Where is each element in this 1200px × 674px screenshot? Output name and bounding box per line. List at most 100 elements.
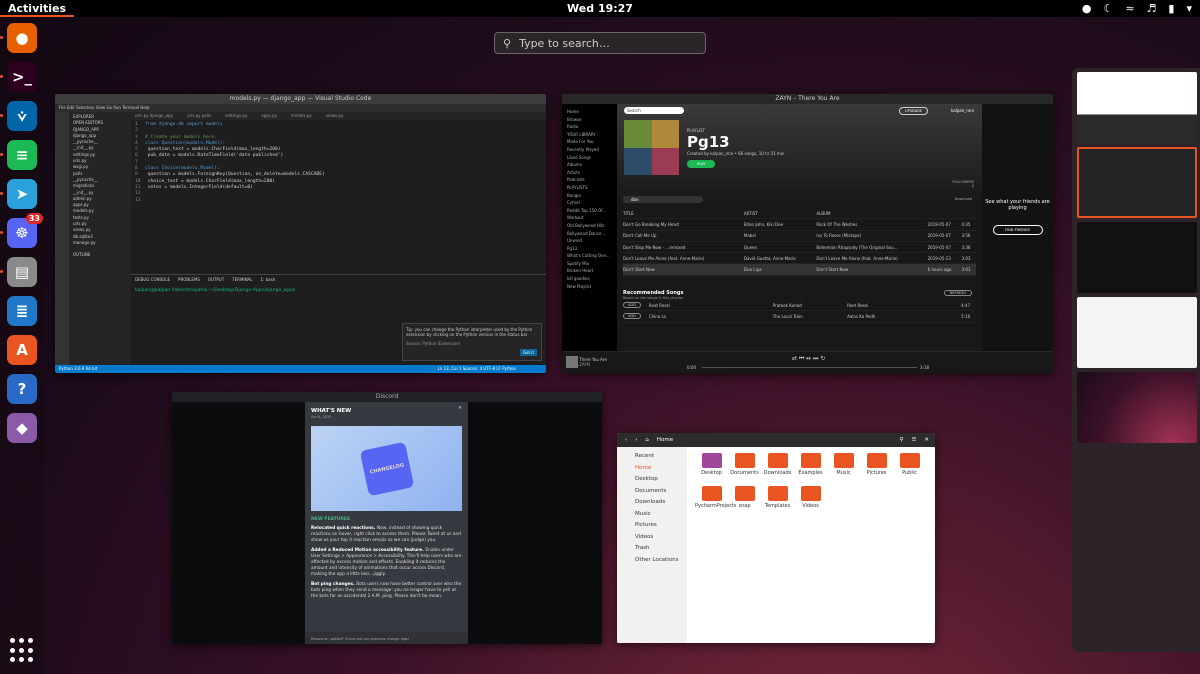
files-sidebar[interactable]: Recent Home Desktop Documents Downloads Music… (617, 447, 687, 643)
discord-window[interactable]: Discord WHAT'S NEW Apr 6, 2020 ✕ CHANGEL… (172, 392, 602, 644)
editor-tab[interactable]: urls.py django_app (135, 112, 173, 120)
add-button[interactable]: ADD (623, 302, 641, 309)
playlist-item[interactable]: Bangla (567, 192, 612, 200)
new-playlist-button[interactable]: New Playlist (567, 283, 612, 291)
recommended-row[interactable]: ADD Reet Reezi Prateek Kuhad Reet Reezi 4:47 (623, 300, 976, 312)
terminal-prompt[interactable]: kalpan@kalpan-sabnotmayahai:~/Desktop/Dj… (135, 288, 542, 293)
spotify-window[interactable]: ZAYN – There You Are Home Browse Radio YOUR… (562, 94, 1053, 373)
prev-icon[interactable]: ⏮ (799, 355, 804, 362)
workspace-thumbnail-current[interactable] (1077, 147, 1197, 218)
next-icon[interactable]: ⏭ (813, 355, 818, 362)
sidebar-item[interactable]: Downloads (617, 497, 687, 509)
code-editor[interactable]: 1 from django.db import models 2 3 # Create … (131, 120, 546, 270)
editor-tab[interactable]: views.py (326, 112, 343, 120)
editor-tabs[interactable]: urls.py django_app urls.py polls settings.… (131, 112, 546, 120)
overview-search[interactable]: ⚲ Type to search… (494, 32, 706, 54)
close-icon[interactable]: ✕ (458, 406, 462, 412)
wifi-icon[interactable]: ≈ (1125, 2, 1134, 15)
editor-tab[interactable]: urls.py polls (187, 112, 211, 120)
got-it-button[interactable]: Got it (519, 349, 537, 356)
status-right[interactable]: Ln 13, Col 1 Spaces: 4 UTF-8 LF Python (438, 365, 516, 373)
player-bar[interactable]: There You Are ZAYN ⇄ ⏮ ⏯ ⏭ ↻ 0:00 3:18 (562, 351, 1053, 373)
search-input[interactable]: Type to search… (519, 37, 610, 50)
folder-grid[interactable]: Desktop Documents Downloads Examples Music Pi… (695, 453, 927, 509)
editor-tab[interactable]: settings.py (225, 112, 247, 120)
playlist-view[interactable]: Search UPGRADE kalpan_nnn PLAYLIST Pg13 … (617, 104, 982, 351)
dock-writer-button[interactable]: ≣ (7, 296, 37, 326)
sidebar-item[interactable]: Documents (617, 486, 687, 498)
view-icon[interactable]: ☰ (911, 437, 916, 443)
workspace-thumbnail[interactable] (1077, 72, 1197, 143)
editor-tab[interactable]: apps.py (261, 112, 277, 120)
forward-icon[interactable]: › (635, 437, 637, 443)
panel-tab[interactable]: PROBLEMS (178, 277, 200, 282)
pause-icon[interactable]: ⏯ (806, 355, 811, 362)
close-icon[interactable]: ✕ (924, 437, 929, 443)
playlist-item[interactable]: Cyfnel (567, 199, 612, 207)
folder-item[interactable]: Desktop (695, 453, 728, 476)
sidebar-item[interactable]: Other Locations (617, 555, 687, 567)
activity-bar[interactable] (55, 112, 69, 365)
notification-toast[interactable]: Tip: you can change the Python interpret… (402, 323, 542, 361)
playlist-item[interactable]: Reddit Top 150 Of... (567, 207, 612, 215)
nav-item[interactable]: Browse (567, 116, 612, 124)
sidebar-item[interactable]: Desktop (617, 474, 687, 486)
terminal-select[interactable]: 1: bash (261, 277, 276, 282)
sidebar-item[interactable]: Recent (617, 451, 687, 463)
sidebar-item[interactable]: Videos (617, 532, 687, 544)
dock-diamond-app-button[interactable]: ◆ (7, 413, 37, 443)
recommended-row[interactable]: ADD China Lo The Local Train Aalas Ka Pedh 5… (623, 311, 976, 323)
track-row[interactable]: Don't Leave Me Alone (feat. Anne-Marie) D… (623, 253, 976, 265)
folder-item[interactable]: Downloads (761, 453, 794, 476)
library-item[interactable]: Artists (567, 169, 612, 177)
battery-icon[interactable]: ▮ (1168, 2, 1174, 15)
playlist-item[interactable]: Bollywood Dance ... (567, 230, 612, 238)
add-button[interactable]: ADD (623, 313, 641, 320)
activities-button[interactable]: Activities (0, 0, 75, 17)
library-item[interactable]: Albums (567, 161, 612, 169)
play-button[interactable]: PLAY (687, 160, 716, 168)
filter-input[interactable]: don (623, 196, 703, 203)
playlist-item[interactable]: kill goodies (567, 275, 612, 283)
playlist-item[interactable]: What's Cutting Ove... (567, 252, 612, 260)
dock-discord-button[interactable]: ☸ 33 (0, 213, 43, 248)
find-friends-button[interactable]: FIND FRIENDS (992, 225, 1043, 235)
track-row[interactable]: Don't Stop Me Now - ...remixed Queen Bohem… (623, 242, 976, 254)
sidebar-item[interactable]: Pictures (617, 520, 687, 532)
back-icon[interactable]: ‹ (625, 437, 627, 443)
folder-item[interactable]: Pictures (860, 453, 893, 476)
dock-spotify-button[interactable]: ≡ (0, 140, 37, 170)
search-icon[interactable]: ⚲ (899, 437, 903, 443)
clock[interactable]: Wed 19:27 (567, 2, 633, 15)
dock-firefox-button[interactable]: ● (0, 23, 37, 53)
playlist-item[interactable]: Workout (567, 214, 612, 222)
folder-item[interactable]: PycharmProjects (695, 486, 737, 509)
upgrade-button[interactable]: UPGRADE (899, 107, 928, 115)
dock-software-button[interactable]: A (7, 335, 37, 365)
dock-terminal-button[interactable]: >_ (0, 62, 37, 92)
workspace-switcher[interactable] (1072, 68, 1200, 652)
playlist-item[interactable]: Old Bollywood Hits (567, 222, 612, 230)
folder-item[interactable]: Public (893, 453, 926, 476)
vscode-window[interactable]: models.py — django_app — Visual Studio C… (55, 94, 546, 373)
night-light-icon[interactable]: ☾ (1103, 2, 1113, 15)
file-tree-item[interactable]: manage.py (73, 240, 127, 246)
panel-tab[interactable]: TERMINAL (232, 277, 252, 282)
outline-section[interactable]: OUTLINE (73, 252, 127, 258)
files-headerbar[interactable]: ‹ › ⌂ Home ⚲ ☰ ✕ (617, 433, 935, 447)
dock-telegram-button[interactable]: ➤ (0, 179, 37, 209)
track-row[interactable]: Don't Go Breaking My Heart Elton John, Ki… (623, 219, 976, 231)
progress-bar[interactable] (702, 367, 917, 368)
folder-item[interactable]: Templates (761, 486, 794, 509)
repeat-icon[interactable]: ↻ (820, 355, 825, 362)
track-list[interactable]: TITLE ARTIST ALBUM Don't Go Breaking My Hea… (623, 208, 976, 276)
dock-files-button[interactable]: ▤ (0, 257, 37, 287)
folder-item[interactable]: Documents (728, 453, 761, 476)
sidebar-item[interactable]: Trash (617, 543, 687, 555)
python-interpreter[interactable]: Python 3.6.9 64-bit (59, 366, 97, 371)
folder-item[interactable]: Examples (794, 453, 827, 476)
library-item[interactable]: Recently Played (567, 146, 612, 154)
spotify-sidebar[interactable]: Home Browse Radio YOUR LIBRARY Made For You R… (562, 104, 617, 351)
dock-vscode-button[interactable]: ⩒ (0, 101, 37, 131)
status-bar[interactable]: Python 3.6.9 64-bit Ln 13, Col 1 Spaces:… (55, 365, 546, 373)
